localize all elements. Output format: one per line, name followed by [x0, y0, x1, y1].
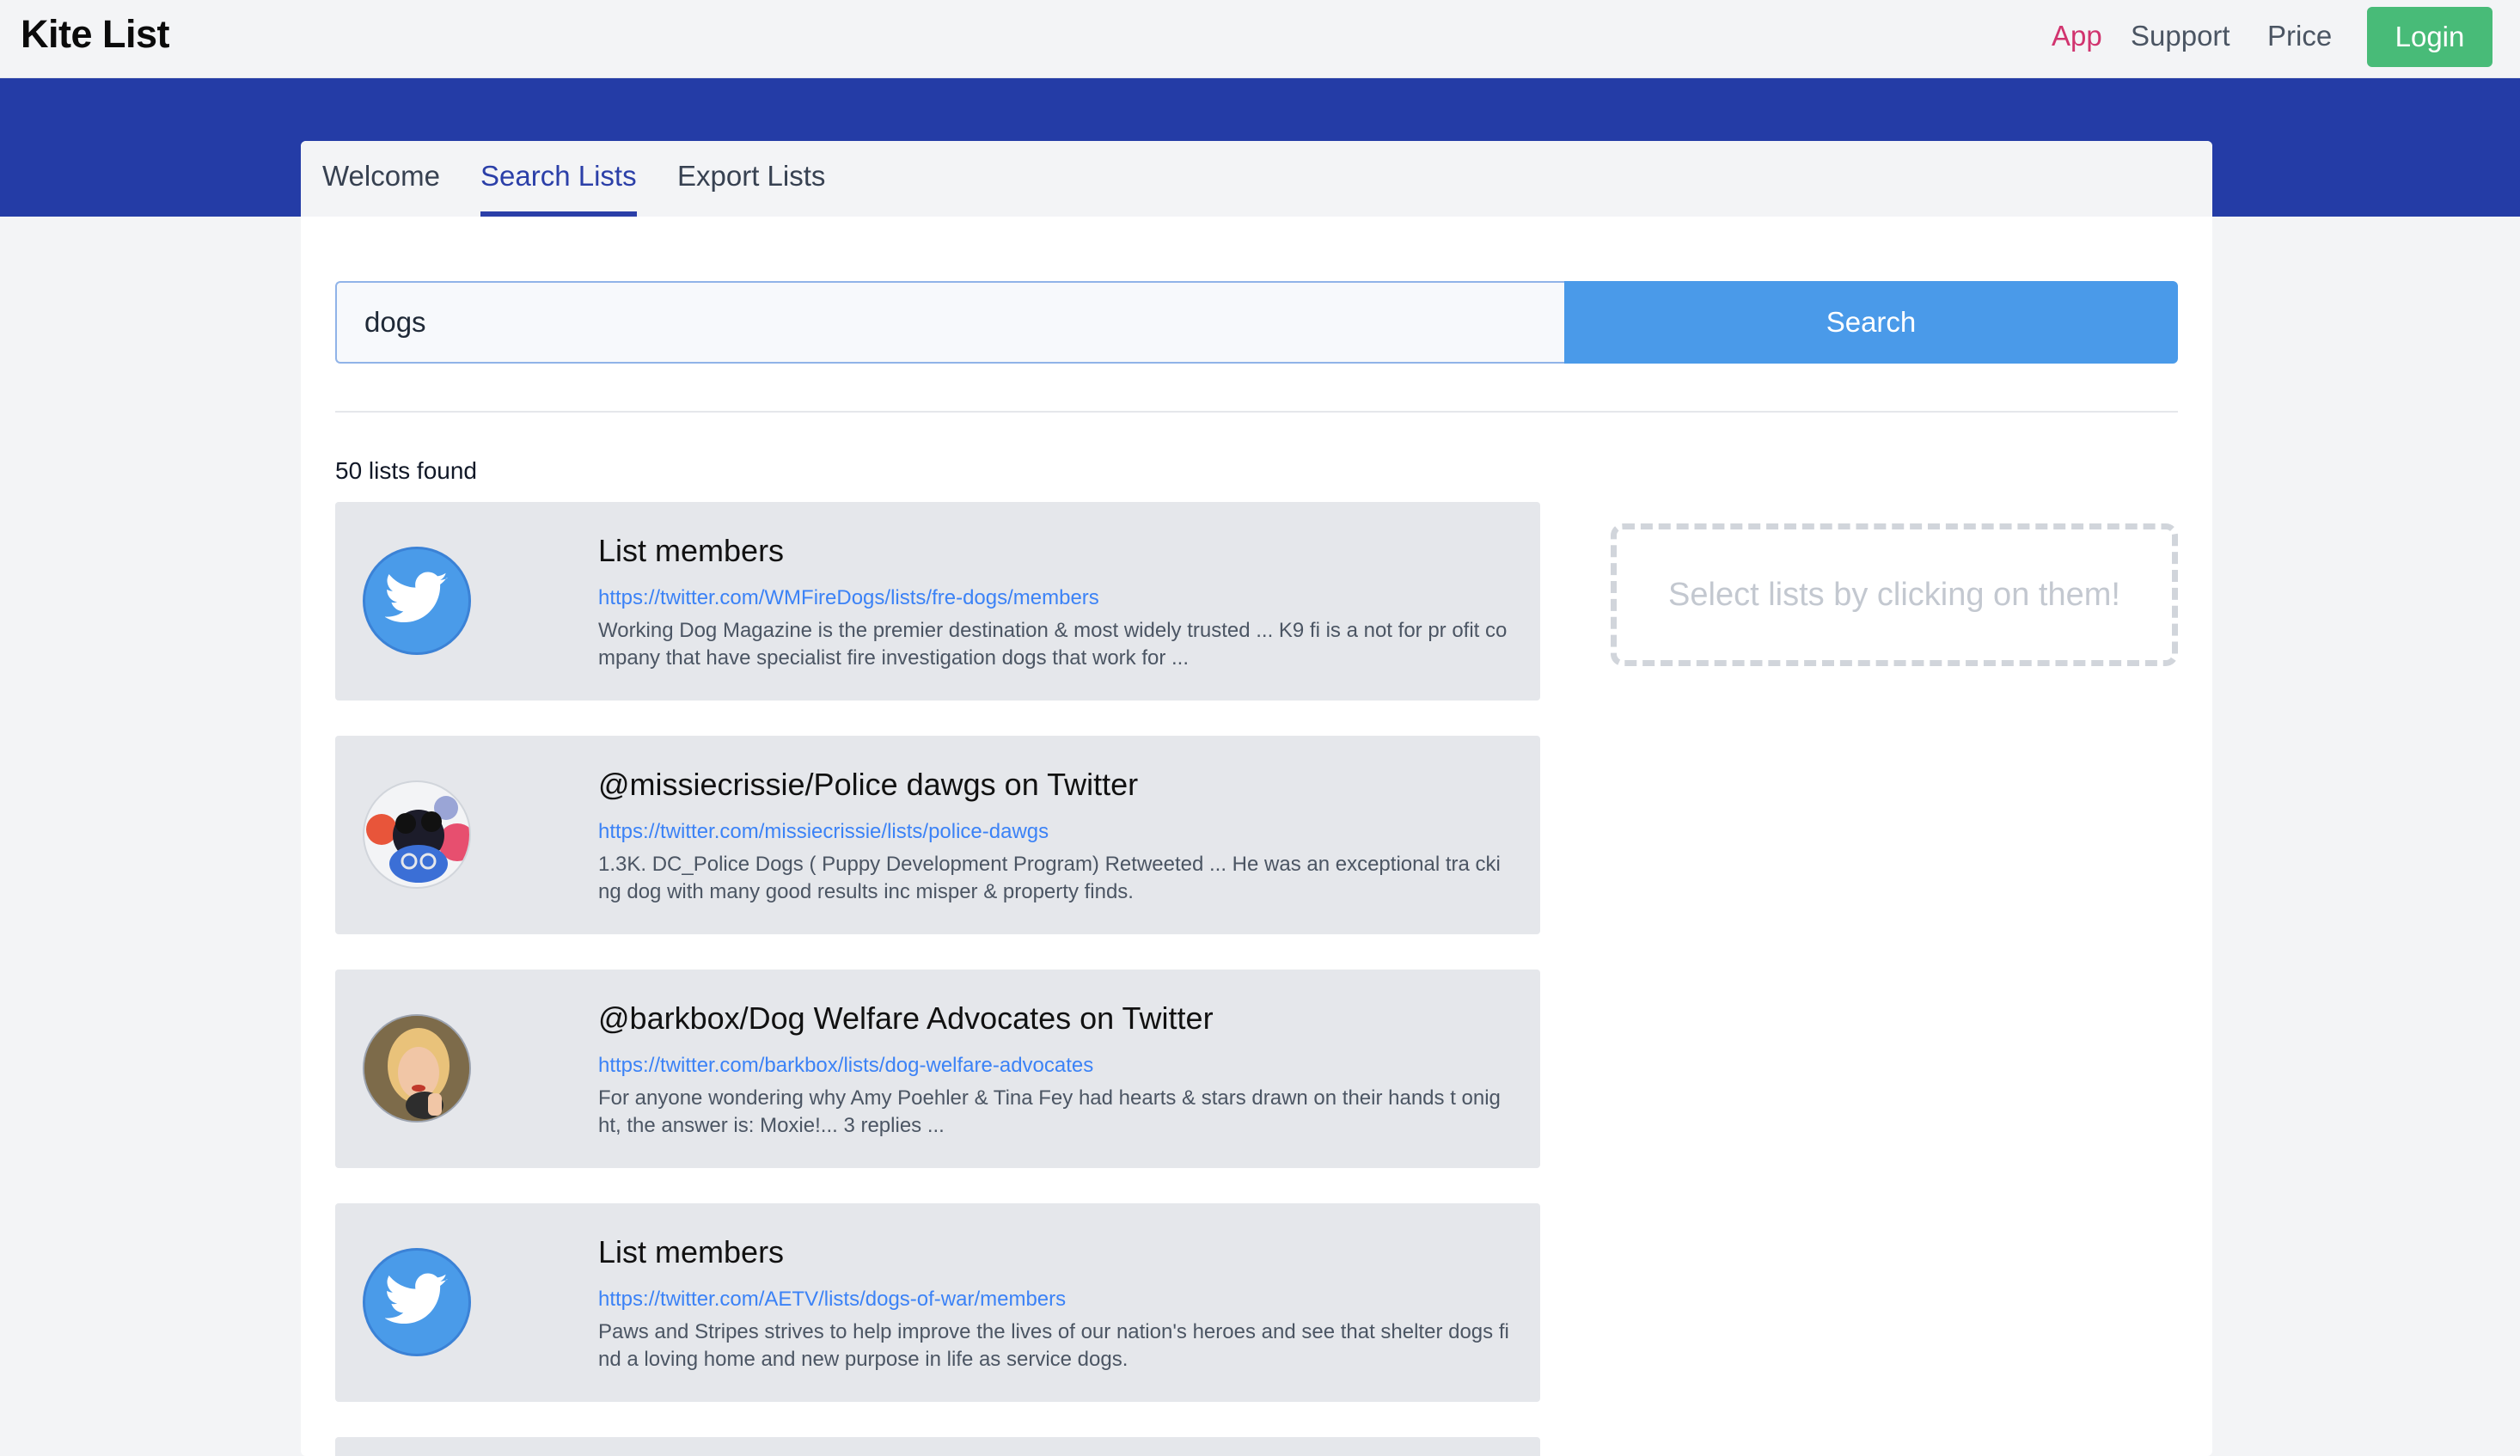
list-url-link[interactable]: https://twitter.com/missiecrissie/lists/…	[598, 820, 1049, 844]
selected-lists-dropzone[interactable]: Select lists by clicking on them!	[1611, 523, 2178, 666]
tab-search-lists[interactable]: Search Lists	[480, 160, 637, 193]
twitter-bird-icon	[363, 547, 471, 655]
nav-app-link[interactable]: App	[2052, 20, 2102, 52]
active-tab-indicator	[480, 211, 637, 217]
list-title: List members	[598, 533, 785, 568]
login-button[interactable]: Login	[2367, 7, 2492, 67]
nav-price-link[interactable]: Price	[2267, 20, 2332, 52]
list-title: @barkbox/Dog Welfare Advocates on Twitte…	[598, 1000, 1214, 1036]
list-title: List members	[598, 1234, 785, 1269]
user-avatar	[363, 1014, 471, 1123]
list-description: Paws and Stripes strives to help improve…	[598, 1320, 1509, 1371]
list-description: 1.3K. DC_Police Dogs ( Puppy Development…	[598, 853, 1501, 903]
list-url-link[interactable]: https://twitter.com/WMFireDogs/lists/fre…	[598, 586, 1099, 610]
top-navbar: Kite List App Support Price Login	[0, 0, 2520, 78]
list-description: For anyone wondering why Amy Poehler & T…	[598, 1086, 1501, 1137]
list-item[interactable]: @missiecrissie/Police dawgs on Twitter h…	[335, 736, 1540, 934]
list-title: @missiecrissie/Police dawgs on Twitter	[598, 767, 1139, 802]
results-count: 50 lists found	[335, 457, 477, 484]
tab-export-lists[interactable]: Export Lists	[677, 160, 825, 193]
tab-welcome[interactable]: Welcome	[322, 160, 440, 193]
list-url-link[interactable]: https://twitter.com/barkbox/lists/dog-we…	[598, 1054, 1093, 1078]
brand-logo[interactable]: Kite List	[21, 12, 170, 57]
main-card: Welcome Search Lists Export Lists Search…	[301, 141, 2212, 1456]
list-url-link[interactable]: https://twitter.com/AETV/lists/dogs-of-w…	[598, 1288, 1066, 1312]
list-item[interactable]: List members https://twitter.com/AETV/li…	[335, 1203, 1540, 1402]
search-input[interactable]	[335, 281, 1564, 364]
twitter-bird-icon	[363, 1248, 471, 1356]
divider	[335, 411, 2178, 413]
list-item[interactable]: @barkbox/Dog Welfare Advocates on Twitte…	[335, 970, 1540, 1168]
list-item[interactable]	[335, 1437, 1540, 1456]
tab-bar: Welcome Search Lists Export Lists	[301, 141, 2212, 217]
list-item[interactable]: List members https://twitter.com/WMFireD…	[335, 502, 1540, 700]
nav-support-link[interactable]: Support	[2131, 20, 2230, 52]
user-avatar	[363, 780, 471, 889]
list-description: Working Dog Magazine is the premier dest…	[598, 619, 1508, 670]
search-button[interactable]: Search	[1564, 281, 2178, 364]
